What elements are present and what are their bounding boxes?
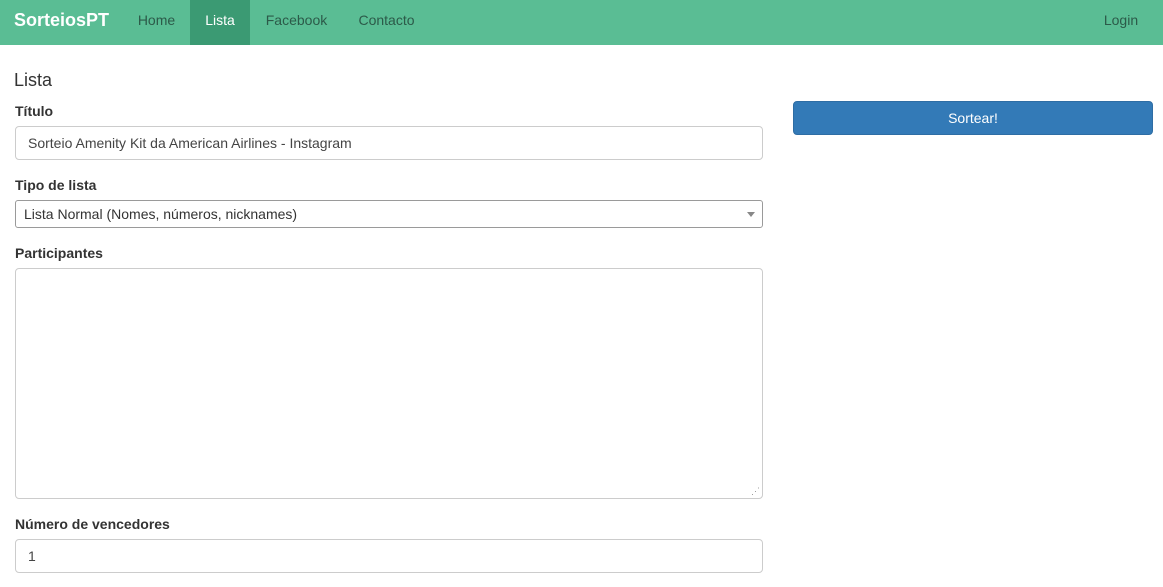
titulo-label: Título: [15, 103, 54, 119]
nav-item-contacto[interactable]: Contacto: [343, 0, 430, 45]
brand-logo[interactable]: SorteiosPT: [14, 0, 109, 45]
tipo-lista-label: Tipo de lista: [15, 177, 97, 193]
navbar: SorteiosPT Home Lista Facebook Contacto …: [0, 0, 1163, 45]
tipo-lista-select[interactable]: Lista Normal (Nomes, números, nicknames): [15, 200, 763, 228]
chevron-down-icon: [747, 212, 755, 217]
titulo-input[interactable]: [15, 126, 763, 160]
nav-item-home[interactable]: Home: [124, 0, 189, 45]
participantes-label: Participantes: [15, 245, 103, 261]
resize-grip-icon[interactable]: ⋰: [750, 486, 760, 496]
sortear-button[interactable]: Sortear!: [793, 101, 1153, 135]
vencedores-label: Número de vencedores: [15, 516, 170, 532]
nav-item-lista[interactable]: Lista: [190, 0, 250, 45]
vencedores-input[interactable]: [15, 539, 763, 573]
participantes-textarea[interactable]: [15, 268, 763, 499]
nav-item-facebook[interactable]: Facebook: [250, 0, 343, 45]
login-link[interactable]: Login: [1089, 0, 1153, 45]
tipo-lista-selected-value: Lista Normal (Nomes, números, nicknames): [24, 206, 298, 222]
page-title: Lista: [14, 70, 53, 90]
